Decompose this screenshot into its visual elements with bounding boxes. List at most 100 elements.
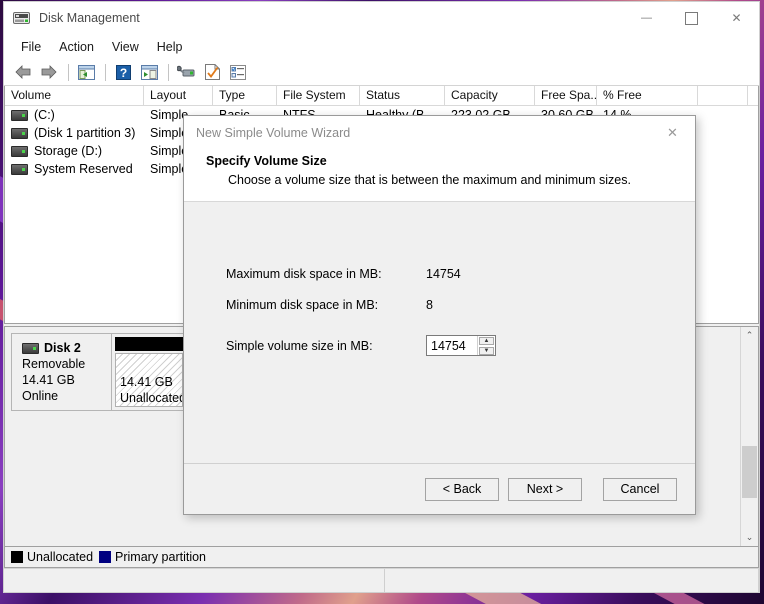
partition-size: 14.41 GB (120, 375, 173, 389)
drive-icon (11, 163, 28, 175)
toolbar: ? (4, 59, 759, 86)
scrollbar-track[interactable] (741, 344, 758, 529)
minimize-button[interactable]: — (624, 2, 669, 34)
back-arrow-icon[interactable] (11, 61, 35, 83)
show-hide-console-tree-icon[interactable] (74, 61, 98, 83)
minimize-icon: — (641, 11, 652, 24)
dialog-title: New Simple Volume Wizard (196, 126, 351, 140)
legend-label-primary-partition: Primary partition (115, 550, 207, 564)
drive-icon (11, 109, 28, 121)
toolbar-separator (68, 63, 69, 81)
scroll-up-icon[interactable]: ⌃ (741, 327, 758, 344)
cell-volume: (C:) (34, 108, 55, 122)
back-button[interactable]: < Back (425, 477, 499, 501)
dialog-subheading: Choose a volume size that is between the… (228, 173, 631, 187)
column-header-free-space[interactable]: Free Spa... (535, 86, 597, 105)
stepper-buttons[interactable]: ▲ ▼ (477, 336, 495, 355)
volume-table-header: Volume Layout Type File System Status Ca… (5, 86, 758, 106)
dialog-footer: < Back Next > Cancel (184, 463, 695, 514)
next-button[interactable]: Next > (508, 477, 582, 501)
disk-pane-scrollbar[interactable]: ⌃ ⌄ (740, 327, 758, 546)
disk-info-block[interactable]: Disk 2 Removable 14.41 GB Online (11, 333, 112, 411)
partition-cap-bar (115, 337, 183, 351)
dialog-titlebar: New Simple Volume Wizard ✕ (184, 116, 695, 150)
legend-item-primary-partition: Primary partition (99, 550, 206, 564)
dialog-body: Maximum disk space in MB: 14754 Minimum … (184, 202, 695, 463)
close-icon: ✕ (667, 125, 678, 140)
field-minimum-disk-space: Minimum disk space in MB: 8 (184, 289, 695, 320)
disk-size: 14.41 GB (22, 373, 75, 387)
disk-management-icon (13, 11, 30, 26)
disk-title: Disk 2 (22, 340, 111, 356)
dialog-header: Specify Volume Size Choose a volume size… (184, 150, 695, 202)
column-header-volume[interactable]: Volume (5, 86, 144, 105)
properties-icon[interactable] (200, 61, 224, 83)
help-icon[interactable]: ? (111, 61, 135, 83)
menubar: File Action View Help (4, 34, 759, 59)
menu-item-action[interactable]: Action (50, 37, 103, 57)
legend-label-unallocated: Unallocated (27, 550, 94, 564)
legend-swatch-unallocated (11, 551, 23, 563)
scroll-down-icon[interactable]: ⌄ (741, 529, 758, 546)
desktop-wallpaper: Disk Management — ✕ File Action View Hel… (0, 0, 764, 604)
forward-arrow-icon[interactable] (37, 61, 61, 83)
disk-management-window: Disk Management — ✕ File Action View Hel… (4, 2, 759, 592)
disk-state: Online (22, 389, 59, 403)
partition-block[interactable]: 14.41 GB Unallocated (112, 333, 187, 411)
stepper-down-button[interactable]: ▼ (479, 347, 494, 355)
column-header-blank[interactable] (698, 86, 748, 105)
cell-volume: System Reserved (34, 162, 133, 176)
column-header-type[interactable]: Type (213, 86, 277, 105)
toolbar-separator (168, 63, 169, 81)
partition-label: Unallocated (120, 391, 183, 405)
simple-volume-size-stepper[interactable]: ▲ ▼ (426, 335, 496, 356)
drive-icon (11, 127, 28, 139)
statusbar-section-2 (385, 569, 759, 592)
column-header-capacity[interactable]: Capacity (445, 86, 535, 105)
simple-volume-size-input[interactable] (427, 336, 477, 355)
menu-item-help[interactable]: Help (148, 37, 192, 57)
maximize-button[interactable] (669, 2, 714, 34)
label-simple-volume-size: Simple volume size in MB: (226, 338, 373, 353)
label-maximum-disk-space: Maximum disk space in MB: (226, 266, 382, 281)
value-minimum-disk-space: 8 (426, 297, 433, 312)
label-minimum-disk-space: Minimum disk space in MB: (226, 297, 379, 312)
statusbar (4, 568, 759, 592)
cell-volume: Storage (D:) (34, 144, 103, 158)
legend-swatch-primary-partition (99, 551, 112, 563)
maximize-icon (685, 11, 698, 25)
cancel-button[interactable]: Cancel (603, 477, 677, 501)
svg-text:?: ? (119, 66, 126, 80)
disk-name: Disk 2 (44, 341, 81, 355)
partition-body[interactable]: 14.41 GB Unallocated (115, 353, 183, 407)
column-header-percent-free[interactable]: % Free (597, 86, 698, 105)
drive-icon (11, 145, 28, 157)
close-icon: ✕ (731, 11, 742, 25)
dialog-heading: Specify Volume Size (206, 154, 327, 168)
statusbar-section-1 (4, 569, 385, 592)
dialog-close-button[interactable]: ✕ (650, 116, 695, 150)
column-header-file-system[interactable]: File System (277, 86, 360, 105)
field-simple-volume-size: Simple volume size in MB: ▲ ▼ (184, 330, 695, 361)
toolbar-separator (105, 63, 106, 81)
titlebar: Disk Management — ✕ (4, 2, 759, 34)
menu-item-view[interactable]: View (103, 37, 148, 57)
window-controls: — ✕ (624, 2, 759, 34)
cell-volume: (Disk 1 partition 3) (34, 126, 136, 140)
scrollbar-thumb[interactable] (742, 445, 757, 498)
field-maximum-disk-space: Maximum disk space in MB: 14754 (184, 258, 695, 289)
disk-kind: Removable (22, 357, 86, 371)
column-header-layout[interactable]: Layout (144, 86, 213, 105)
menu-item-file[interactable]: File (12, 37, 50, 57)
stepper-up-button[interactable]: ▲ (479, 337, 494, 345)
rescan-disks-icon[interactable] (174, 61, 198, 83)
show-hide-action-pane-icon[interactable] (137, 61, 161, 83)
new-simple-volume-wizard-dialog: New Simple Volume Wizard ✕ Specify Volum… (183, 115, 696, 515)
value-maximum-disk-space: 14754 (426, 266, 461, 281)
window-title: Disk Management (39, 11, 140, 25)
options-icon[interactable] (226, 61, 250, 83)
legend-item-unallocated: Unallocated (11, 550, 93, 564)
close-button[interactable]: ✕ (714, 2, 759, 34)
disk-icon (22, 342, 39, 354)
column-header-status[interactable]: Status (360, 86, 445, 105)
